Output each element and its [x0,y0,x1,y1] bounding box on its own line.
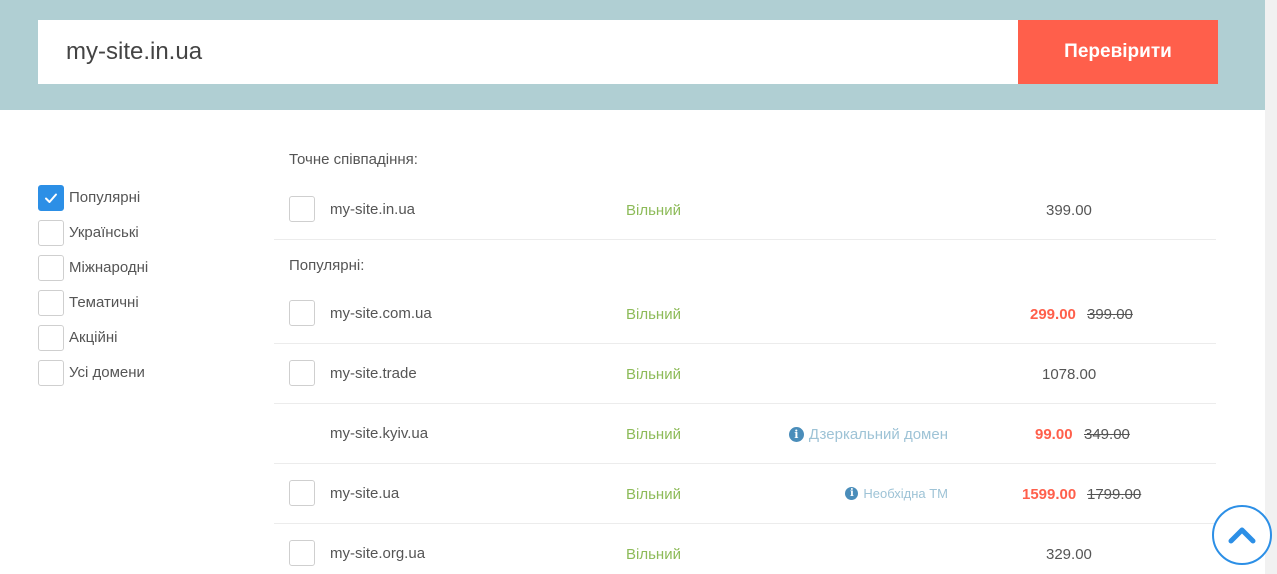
filter-checkbox[interactable] [38,359,64,386]
domain-name: my-site.trade [330,365,417,382]
exact-match-title: Точне співпадіння: [289,151,418,168]
price: 1078.00 [1042,366,1097,383]
chevron-up-icon [1228,527,1256,544]
filter-label: Тематичні [69,294,139,311]
popular-title: Популярні: [289,257,365,274]
check-icon [45,193,57,203]
trademark-required-note[interactable]: i Необхідна ТМ [845,486,948,501]
filter-list: Популярні Українські Міжнародні Тематичн… [38,180,148,390]
note-text: Дзеркальний домен [808,426,948,443]
filter-international[interactable]: Міжнародні [38,250,148,285]
domain-name: my-site.kyiv.ua [330,425,429,442]
filter-thematic[interactable]: Тематичні [38,285,148,320]
table-row: my-site.kyiv.ua Вільний i Дзеркальний до… [274,404,1216,464]
filter-label: Популярні [69,189,141,206]
domain-name: my-site.com.ua [330,305,432,322]
domain-name: my-site.ua [330,485,400,502]
domain-select-checkbox[interactable] [289,300,315,326]
status-badge: Вільний [626,546,681,563]
filter-label: Усі домени [69,364,145,381]
filter-popular[interactable]: Популярні [38,180,148,215]
filter-promo[interactable]: Акційні [38,320,148,355]
filter-checkbox[interactable] [38,254,64,281]
filter-label: Міжнародні [69,259,149,276]
sale-price: 1599.00 [1022,486,1077,503]
table-row: my-site.in.ua Вільний 399.00 [274,180,1216,240]
domain-select-checkbox[interactable] [289,196,315,222]
price: 329.00 [1046,546,1092,563]
domain-select-checkbox[interactable] [289,360,315,386]
sale-price: 99.00 [1035,426,1073,443]
old-price: 399.00 [1087,306,1133,323]
table-row: my-site.ua Вільний i Необхідна ТМ 1599.0… [274,464,1216,524]
domain-select-checkbox[interactable] [289,480,315,506]
domain-search-input[interactable] [38,20,1018,84]
search-bar: Перевірити [0,0,1277,110]
info-icon: i [788,427,804,442]
status-badge: Вільний [626,306,681,323]
scrollbar-track[interactable] [1265,0,1277,574]
table-row: my-site.com.ua Вільний 299.00 399.00 [274,284,1216,344]
filter-label: Українські [69,224,139,241]
price: 399.00 [1046,202,1092,219]
domain-select-checkbox[interactable] [289,540,315,566]
filter-checkbox-checked[interactable] [38,184,64,211]
domain-name: my-site.in.ua [330,201,416,218]
status-badge: Вільний [626,426,681,443]
old-price: 1799.00 [1087,486,1142,503]
status-badge: Вільний [626,486,681,503]
filter-checkbox[interactable] [38,289,64,316]
old-price: 349.00 [1084,426,1130,443]
filter-checkbox[interactable] [38,219,64,246]
status-badge: Вільний [626,202,681,219]
filter-ukrainian[interactable]: Українські [38,215,148,250]
table-row: my-site.org.ua Вільний 329.00 [274,524,1216,574]
sale-price: 299.00 [1030,306,1076,323]
mirror-domain-note[interactable]: i Дзеркальний домен [788,426,948,443]
filter-checkbox[interactable] [38,324,64,351]
domain-name: my-site.org.ua [330,545,426,562]
filter-all-domains[interactable]: Усі домени [38,355,148,390]
note-text: Необхідна ТМ [863,486,948,501]
info-icon: i [845,487,859,500]
table-row: my-site.trade Вільний 1078.00 [274,344,1216,404]
filter-label: Акційні [69,329,118,346]
status-badge: Вільний [626,366,681,383]
check-button[interactable]: Перевірити [1018,20,1218,84]
scroll-to-top-button[interactable] [1212,505,1272,565]
